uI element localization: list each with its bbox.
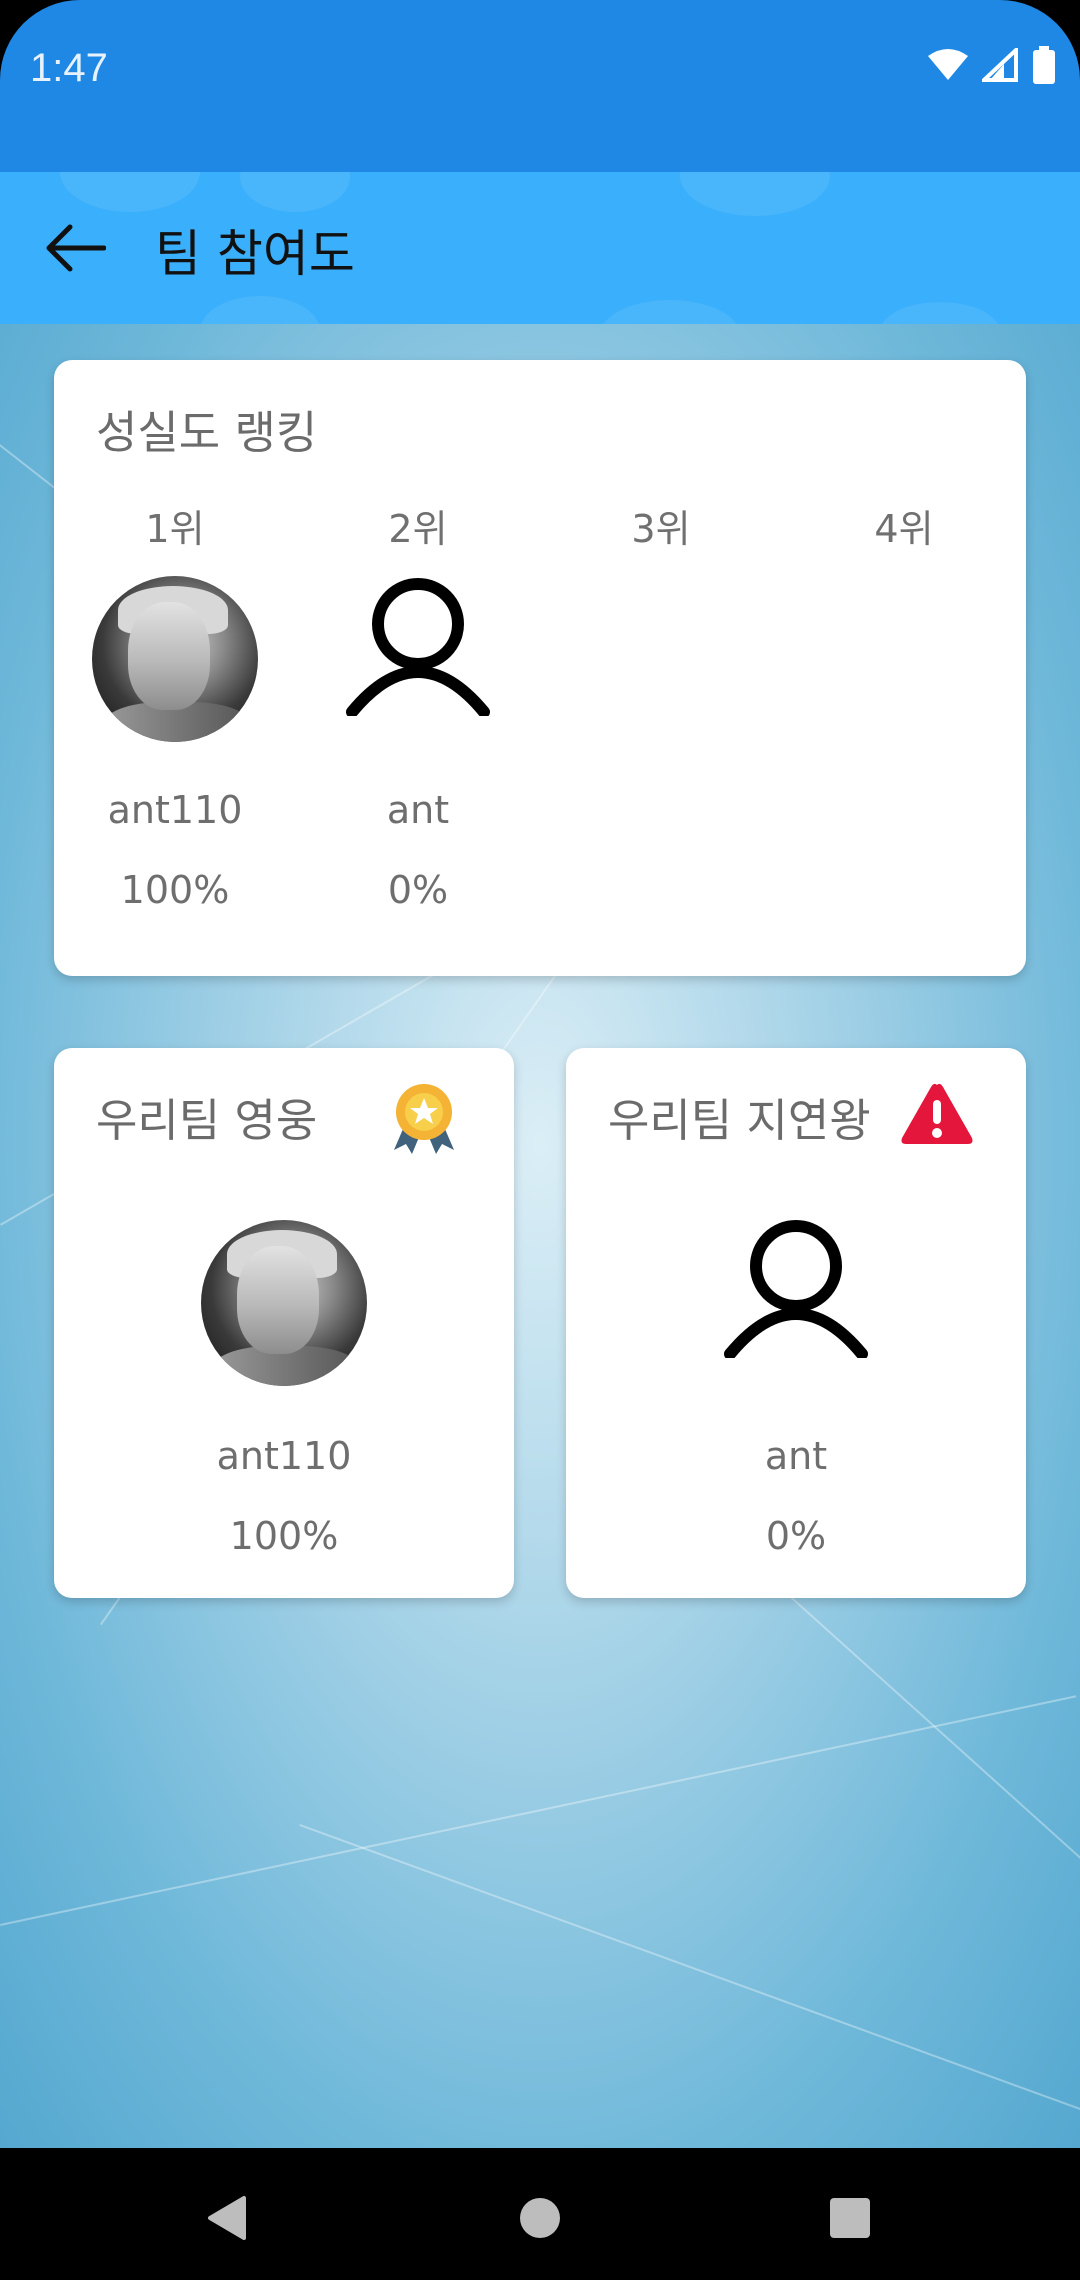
hero-user-percent: 100% xyxy=(229,1514,339,1558)
status-time: 1:47 xyxy=(30,46,108,90)
team-late-title: 우리팀 지연왕 xyxy=(608,1094,871,1147)
person-icon xyxy=(724,1220,868,1358)
decor-cloud xyxy=(600,300,740,324)
decor-line xyxy=(0,1695,1077,1926)
team-late-card[interactable]: 우리팀 지연왕 ant 0% xyxy=(566,1048,1026,1598)
back-button[interactable] xyxy=(36,208,116,288)
phone-screen: 1:47 팀 참여도 성실도 랭킹 1위 ant110 100% 2위 ant … xyxy=(0,0,1080,2280)
user-name: ant110 xyxy=(107,788,243,832)
decor-cloud xyxy=(680,172,830,216)
rank-label: 1위 xyxy=(145,507,205,551)
hero-user-name: ant110 xyxy=(216,1434,352,1478)
nav-back-button[interactable] xyxy=(186,2178,266,2258)
system-nav-bar xyxy=(0,2148,1080,2280)
decor-cloud xyxy=(200,296,320,324)
rank-label: 3위 xyxy=(631,507,691,551)
battery-icon xyxy=(1033,46,1055,84)
user-avatar-photo xyxy=(92,576,258,742)
user-name: ant xyxy=(386,788,450,832)
app-bar: 팀 참여도 xyxy=(0,172,1080,324)
nav-recents-button[interactable] xyxy=(810,2178,890,2258)
hero-avatar-photo xyxy=(201,1220,367,1386)
warning-icon xyxy=(901,1083,973,1144)
page-title: 팀 참여도 xyxy=(155,225,355,283)
user-percent: 0% xyxy=(387,868,449,912)
home-circle-icon xyxy=(520,2198,560,2238)
back-triangle-icon xyxy=(208,2196,246,2240)
person-icon xyxy=(346,578,490,716)
ranking-card: 성실도 랭킹 1위 ant110 100% 2위 ant 0% 3위 4위 xyxy=(54,360,1026,976)
ranking-card-title: 성실도 랭킹 xyxy=(96,406,318,459)
arrow-left-icon xyxy=(46,224,106,272)
status-icons xyxy=(928,46,1056,84)
team-hero-card[interactable]: 우리팀 영웅 ant110 100% xyxy=(54,1048,514,1598)
team-hero-title: 우리팀 영웅 xyxy=(96,1094,318,1147)
wifi-icon xyxy=(928,49,968,80)
decor-cloud xyxy=(60,172,200,212)
decor-cloud xyxy=(880,302,1000,324)
user-percent: 100% xyxy=(120,868,230,912)
rank-label: 2위 xyxy=(388,507,448,551)
medal-icon xyxy=(394,1084,454,1154)
recents-square-icon xyxy=(830,2198,870,2238)
nav-home-button[interactable] xyxy=(500,2178,580,2258)
late-user-name: ant xyxy=(764,1434,828,1478)
late-user-percent: 0% xyxy=(765,1514,827,1558)
decor-cloud xyxy=(240,172,350,212)
content-area: 성실도 랭킹 1위 ant110 100% 2위 ant 0% 3위 4위 우리… xyxy=(0,324,1080,2148)
decor-line xyxy=(299,1824,1080,2134)
rank-label: 4위 xyxy=(874,507,934,551)
status-bar: 1:47 xyxy=(0,0,1080,172)
signal-icon xyxy=(982,48,1018,82)
